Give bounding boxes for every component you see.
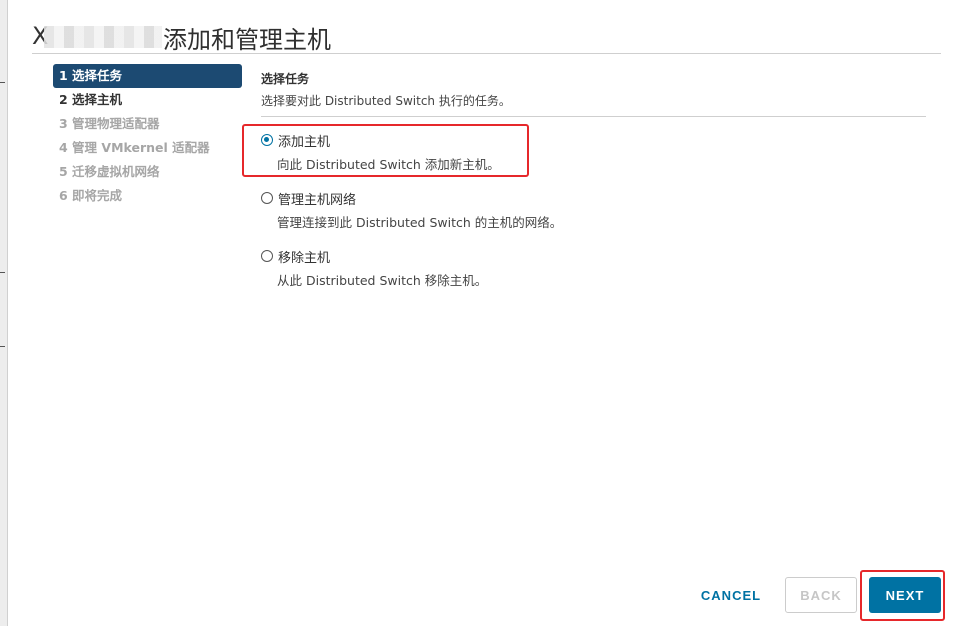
- section-description: 选择要对此 Distributed Switch 执行的任务。: [261, 94, 511, 108]
- option-label[interactable]: 移除主机: [278, 247, 330, 266]
- radio-button[interactable]: [261, 192, 273, 204]
- edge-mark: [0, 82, 5, 83]
- step-manage-physical-adapters: 3 管理物理适配器: [59, 116, 160, 131]
- step-select-task[interactable]: 1 选择任务: [53, 64, 242, 88]
- redacted-switch-name: [44, 26, 162, 48]
- option-description: 从此 Distributed Switch 移除主机。: [277, 273, 488, 288]
- back-button: BACK: [785, 577, 857, 613]
- edge-mark: [0, 346, 5, 347]
- section-title: 选择任务: [261, 72, 310, 86]
- highlight-box-option: [242, 124, 529, 177]
- step-manage-vmkernel-adapters: 4 管理 VMkernel 适配器: [59, 140, 210, 155]
- step-ready-to-complete: 6 即将完成: [59, 188, 123, 203]
- option-remove-hosts[interactable]: 移除主机 从此 Distributed Switch 移除主机。: [261, 246, 681, 289]
- highlight-box-next: [860, 570, 945, 621]
- section-divider: [261, 116, 926, 117]
- wizard-steps-nav: 1 选择任务 2 选择主机 3 管理物理适配器 4 管理 VMkernel 适配…: [53, 64, 242, 208]
- edge-mark: [0, 272, 5, 273]
- step-migrate-vm-networking: 5 迁移虚拟机网络: [59, 164, 160, 179]
- background-window-edge: [0, 0, 8, 626]
- radio-button[interactable]: [261, 250, 273, 262]
- step-content-header: 选择任务 选择要对此 Distributed Switch 执行的任务。: [261, 70, 926, 117]
- step-select-hosts[interactable]: 2 选择主机: [53, 88, 242, 112]
- option-label[interactable]: 管理主机网络: [278, 189, 356, 208]
- option-manage-host-networking[interactable]: 管理主机网络 管理连接到此 Distributed Switch 的主机的网络。: [261, 188, 681, 231]
- option-description: 管理连接到此 Distributed Switch 的主机的网络。: [277, 215, 563, 230]
- cancel-button[interactable]: CANCEL: [690, 577, 772, 613]
- dialog-title: 添加和管理主机: [163, 26, 331, 54]
- title-divider: [32, 53, 941, 54]
